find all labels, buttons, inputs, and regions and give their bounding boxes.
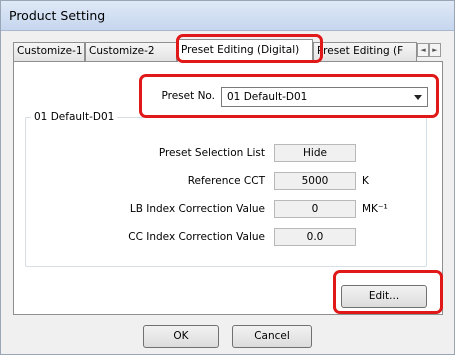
tab-customize-2[interactable]: Customize-2 — [85, 42, 177, 61]
tab-scroll-right-icon[interactable]: ► — [429, 43, 441, 57]
window-title: Product Setting — [9, 8, 106, 23]
product-setting-window: Product Setting Customize-1 Customize-2 … — [0, 0, 455, 355]
chevron-down-icon — [414, 95, 422, 100]
cc-index-label: CC Index Correction Value — [128, 231, 265, 243]
lb-index-value: 0 — [274, 200, 356, 218]
edit-button[interactable]: Edit... — [341, 285, 427, 308]
preset-no-label: Preset No. — [161, 90, 215, 102]
reference-cct-value: 5000 — [274, 172, 356, 190]
title-bar: Product Setting — [1, 1, 454, 31]
reference-cct-label: Reference CCT — [187, 175, 265, 187]
preset-group-box — [25, 117, 427, 267]
preset-no-dropdown[interactable]: 01 Default-D01 — [221, 87, 428, 107]
tab-preset-editing-f[interactable]: Preset Editing (F — [313, 42, 417, 61]
tab-scroll-left-icon[interactable]: ◄ — [417, 43, 429, 57]
lb-index-unit: MK⁻¹ — [362, 203, 388, 215]
group-title: 01 Default-D01 — [31, 111, 118, 123]
preset-selection-list-label: Preset Selection List — [158, 147, 265, 159]
cc-index-value: 0.0 — [274, 228, 356, 246]
tab-preset-editing-digital[interactable]: Preset Editing (Digital) — [177, 39, 313, 62]
preset-selection-list-value: Hide — [274, 144, 356, 162]
cancel-button[interactable]: Cancel — [232, 325, 312, 348]
tab-customize-1[interactable]: Customize-1 — [13, 42, 85, 61]
reference-cct-unit: K — [362, 175, 369, 187]
lb-index-label: LB Index Correction Value — [129, 203, 265, 215]
tab-strip: Customize-1 Customize-2 Preset Editing (… — [13, 39, 443, 62]
ok-button[interactable]: OK — [143, 325, 219, 348]
preset-no-value: 01 Default-D01 — [227, 91, 308, 103]
